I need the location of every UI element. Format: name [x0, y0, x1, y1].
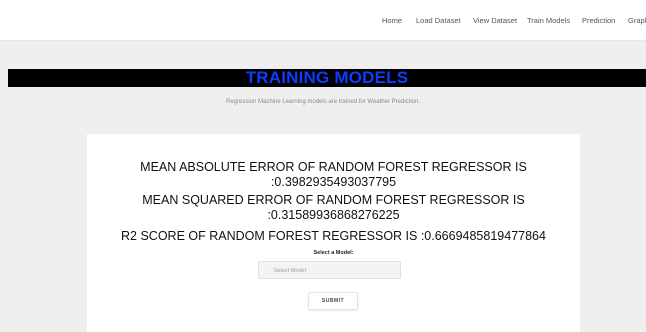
select-model-label: Select a Model: — [313, 250, 354, 256]
mse-label: MEAN SQUARED ERROR OF RANDOM FOREST REGR… — [142, 193, 525, 207]
nav-load-dataset[interactable]: Load Dataset — [416, 16, 461, 25]
top-navbar: Home Load Dataset View Dataset Train Mod… — [0, 0, 646, 41]
nav-view-dataset[interactable]: View Dataset — [473, 16, 517, 25]
results-card: MEAN ABSOLUTE ERROR OF RANDOM FOREST REG… — [87, 134, 580, 332]
mse-value: :0.31589936868276225 — [267, 208, 400, 222]
nav-graph[interactable]: Graph — [628, 16, 646, 25]
page-banner: TRAINING MODELS — [8, 68, 646, 87]
page-title: TRAINING MODELS — [245, 68, 409, 87]
r2-score: R2 SCORE OF RANDOM FOREST REGRESSOR IS :… — [121, 229, 546, 243]
nav-prediction[interactable]: Prediction — [582, 16, 615, 25]
nav-train-models[interactable]: Train Models — [527, 16, 570, 25]
mae-label: MEAN ABSOLUTE ERROR OF RANDOM FOREST REG… — [140, 160, 527, 174]
nav-home[interactable]: Home — [382, 16, 402, 25]
submit-button[interactable]: SUBMIT — [308, 292, 358, 310]
mae-value: :0.3982935493037795 — [270, 175, 397, 189]
page-subtitle: Regression Machine Learning models are t… — [226, 99, 420, 105]
model-select[interactable]: Select Model — [258, 261, 401, 279]
